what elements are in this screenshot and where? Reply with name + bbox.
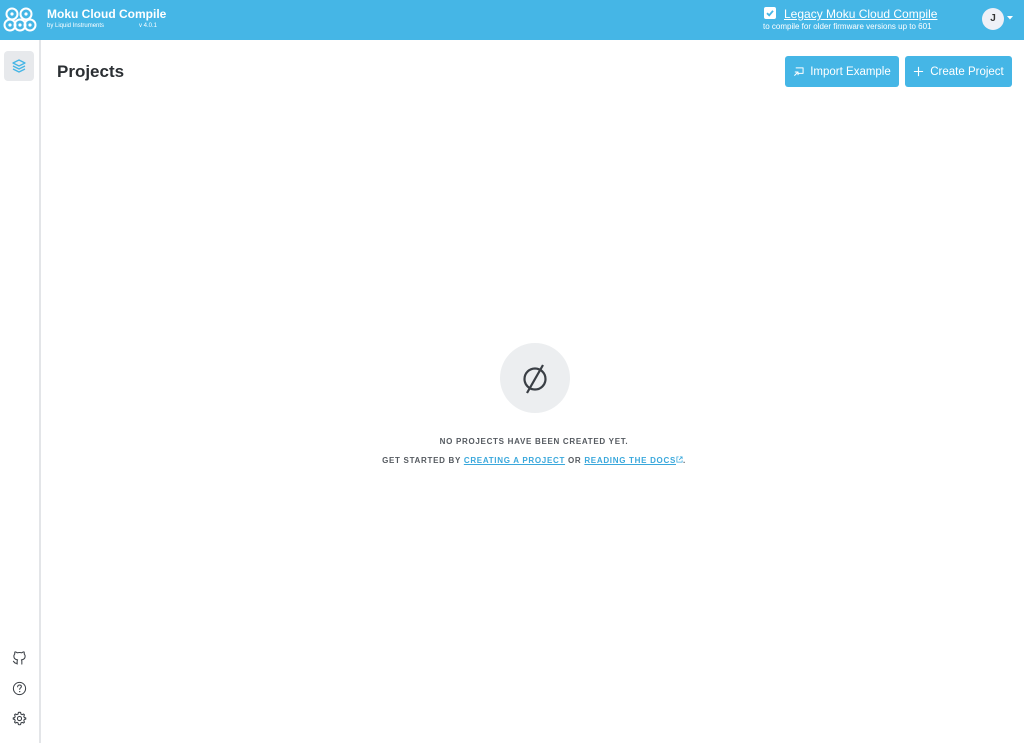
help-circle-icon bbox=[12, 681, 26, 695]
hint-prefix: GET STARTED BY bbox=[382, 456, 461, 465]
empty-set-icon bbox=[523, 364, 547, 394]
app-version: v 4.0.1 bbox=[139, 23, 158, 29]
top-bar: Moku Cloud Compile by Liquid Instruments… bbox=[0, 0, 1024, 40]
import-example-button[interactable]: Import Example bbox=[785, 56, 899, 87]
import-example-label: Import Example bbox=[810, 65, 891, 78]
import-icon bbox=[794, 67, 804, 76]
plus-icon bbox=[914, 66, 924, 77]
create-project-button[interactable]: Create Project bbox=[905, 56, 1012, 87]
user-avatar[interactable]: J bbox=[982, 8, 1004, 30]
layers-icon bbox=[12, 59, 26, 73]
page-title: Projects bbox=[57, 62, 125, 81]
create-project-link[interactable]: CREATING A PROJECT bbox=[464, 456, 565, 465]
sidebar bbox=[0, 40, 41, 743]
sidebar-item-github[interactable] bbox=[4, 642, 34, 672]
empty-state-hint: GET STARTED BY CREATING A PROJECT OR REA… bbox=[0, 456, 1024, 465]
github-icon bbox=[12, 650, 26, 665]
legacy-compile-link[interactable]: Legacy Moku Cloud Compile bbox=[784, 7, 937, 21]
gear-icon bbox=[12, 711, 26, 725]
external-link-icon bbox=[676, 456, 683, 463]
legacy-subtext: to compile for older firmware versions u… bbox=[763, 22, 932, 31]
sidebar-item-settings[interactable] bbox=[4, 703, 34, 733]
chevron-down-icon[interactable] bbox=[1007, 16, 1013, 20]
app-title: Moku Cloud Compile bbox=[47, 7, 167, 21]
app-subtitle: by Liquid Instruments bbox=[47, 23, 105, 29]
check-icon bbox=[766, 10, 774, 17]
reading-docs-link[interactable]: READING THE DOCS bbox=[584, 456, 676, 465]
moku-logo-icon[interactable] bbox=[3, 5, 37, 35]
legacy-checkbox[interactable] bbox=[764, 7, 776, 19]
create-project-label: Create Project bbox=[930, 65, 1004, 78]
empty-state-badge bbox=[500, 343, 570, 413]
hint-suffix: . bbox=[682, 456, 686, 465]
empty-state-message: NO PROJECTS HAVE BEEN CREATED YET. bbox=[439, 437, 629, 446]
sidebar-item-projects[interactable] bbox=[4, 51, 34, 81]
sidebar-item-help[interactable] bbox=[4, 673, 34, 703]
hint-or: OR bbox=[567, 456, 582, 465]
